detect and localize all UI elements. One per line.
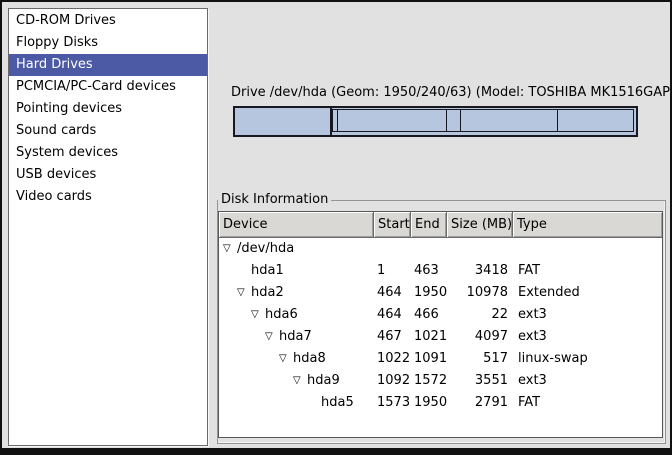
table-header: Device Start End Size (MB) Type: [219, 212, 662, 238]
size-cell: 10978: [447, 282, 513, 304]
end-cell: 1950: [411, 392, 447, 414]
start-cell: 1: [374, 260, 411, 282]
logical-partition-divider: [337, 110, 338, 131]
device-cell: ▽hda8: [219, 348, 374, 370]
device-cell: hda5: [219, 392, 374, 414]
device-name: hda5: [321, 392, 354, 414]
device-name: hda2: [251, 282, 284, 304]
logical-partition-divider: [557, 110, 558, 131]
expander-icon[interactable]: ▽: [279, 348, 293, 370]
table-row-hda6[interactable]: ▽hda646446622ext3: [219, 304, 662, 326]
start-cell: 1022: [374, 348, 411, 370]
device-cell: ▽/dev/hda: [219, 238, 374, 260]
column-header-start[interactable]: Start: [374, 212, 411, 238]
sidebar-item-video-cards[interactable]: Video cards: [9, 186, 207, 208]
device-name: hda7: [279, 326, 312, 348]
start-cell: 1573: [374, 392, 411, 414]
end-cell: 466: [411, 304, 447, 326]
size-cell: [447, 238, 513, 260]
device-name: hda1: [251, 260, 284, 282]
type-cell: linux-swap: [513, 348, 662, 370]
tree-indent: [223, 271, 237, 272]
tree-indent: [223, 337, 265, 338]
device-cell: hda1: [219, 260, 374, 282]
end-cell: 1950: [411, 282, 447, 304]
type-cell: ext3: [513, 326, 662, 348]
tree-indent: [223, 293, 237, 294]
column-header-end[interactable]: End: [411, 212, 447, 238]
device-category-list[interactable]: CD-ROM DrivesFloppy DisksHard DrivesPCMC…: [8, 8, 208, 446]
start-cell: 467: [374, 326, 411, 348]
sidebar-item-pcmcia-pc-card-devices[interactable]: PCMCIA/PC-Card devices: [9, 76, 207, 98]
expander-icon[interactable]: ▽: [293, 370, 307, 392]
sidebar-item-cd-rom-drives[interactable]: CD-ROM Drives: [9, 10, 207, 32]
start-cell: 1092: [374, 370, 411, 392]
device-cell: ▽hda2: [219, 282, 374, 304]
type-cell: Extended: [513, 282, 662, 304]
device-cell: ▽hda9: [219, 370, 374, 392]
table-row-hda2[interactable]: ▽hda2464195010978Extended: [219, 282, 662, 304]
column-header-device[interactable]: Device: [219, 212, 374, 238]
column-header-type[interactable]: Type: [513, 212, 662, 238]
device-cell: ▽hda6: [219, 304, 374, 326]
device-name: hda6: [265, 304, 298, 326]
end-cell: 1021: [411, 326, 447, 348]
table-row-hda7[interactable]: ▽hda746710214097ext3: [219, 326, 662, 348]
expander-icon[interactable]: ▽: [223, 238, 237, 260]
start-cell: [374, 238, 411, 260]
start-cell: 464: [374, 282, 411, 304]
sidebar-item-pointing-devices[interactable]: Pointing devices: [9, 98, 207, 120]
table-row-hda1[interactable]: hda1 14633418FAT: [219, 260, 662, 282]
type-cell: FAT: [513, 260, 662, 282]
logical-partition-divider: [446, 110, 447, 131]
expander-icon[interactable]: ▽: [251, 304, 265, 326]
type-cell: ext3: [513, 304, 662, 326]
tree-indent: [223, 359, 279, 360]
start-cell: 464: [374, 304, 411, 326]
device-name: hda9: [307, 370, 340, 392]
size-cell: 22: [447, 304, 513, 326]
table-row-hda9[interactable]: ▽hda9109215723551ext3: [219, 370, 662, 392]
sidebar-item-sound-cards[interactable]: Sound cards: [9, 120, 207, 142]
device-cell: ▽hda7: [219, 326, 374, 348]
end-cell: 1091: [411, 348, 447, 370]
table-row-dev-hda[interactable]: ▽/dev/hda: [219, 238, 662, 260]
hardware-browser-window: CD-ROM DrivesFloppy DisksHard DrivesPCMC…: [0, 0, 672, 455]
size-cell: 3551: [447, 370, 513, 392]
end-cell: 1572: [411, 370, 447, 392]
type-cell: [513, 238, 662, 260]
table-body: ▽/dev/hdahda114633418FAT▽hda246419501097…: [219, 238, 662, 414]
type-cell: FAT: [513, 392, 662, 414]
table-row-hda5[interactable]: hda5 157319502791FAT: [219, 392, 662, 414]
sidebar-item-hard-drives[interactable]: Hard Drives: [9, 54, 207, 76]
size-cell: 517: [447, 348, 513, 370]
column-header-size[interactable]: Size (MB): [447, 212, 513, 238]
size-cell: 3418: [447, 260, 513, 282]
tree-indent: [223, 315, 251, 316]
disk-information-label: Disk Information: [218, 193, 331, 207]
end-cell: [411, 238, 447, 260]
tree-indent: [223, 403, 307, 404]
drive-title: Drive /dev/hda (Geom: 1950/240/63) (Mode…: [231, 85, 636, 100]
logical-partition-divider: [460, 110, 461, 131]
device-name: hda8: [293, 348, 326, 370]
expander-icon[interactable]: ▽: [237, 282, 251, 304]
type-cell: ext3: [513, 370, 662, 392]
device-name: /dev/hda: [237, 238, 294, 260]
tree-indent: [223, 381, 293, 382]
table-row-hda8[interactable]: ▽hda810221091517linux-swap: [219, 348, 662, 370]
size-cell: 2791: [447, 392, 513, 414]
sidebar-item-system-devices[interactable]: System devices: [9, 142, 207, 164]
partition-bar: [233, 106, 638, 137]
end-cell: 463: [411, 260, 447, 282]
expander-icon[interactable]: ▽: [265, 326, 279, 348]
disk-information-table: Device Start End Size (MB) Type ▽/dev/hd…: [218, 211, 663, 438]
extended-partition-box: [332, 109, 634, 132]
sidebar-item-floppy-disks[interactable]: Floppy Disks: [9, 32, 207, 54]
size-cell: 4097: [447, 326, 513, 348]
sidebar-item-usb-devices[interactable]: USB devices: [9, 164, 207, 186]
